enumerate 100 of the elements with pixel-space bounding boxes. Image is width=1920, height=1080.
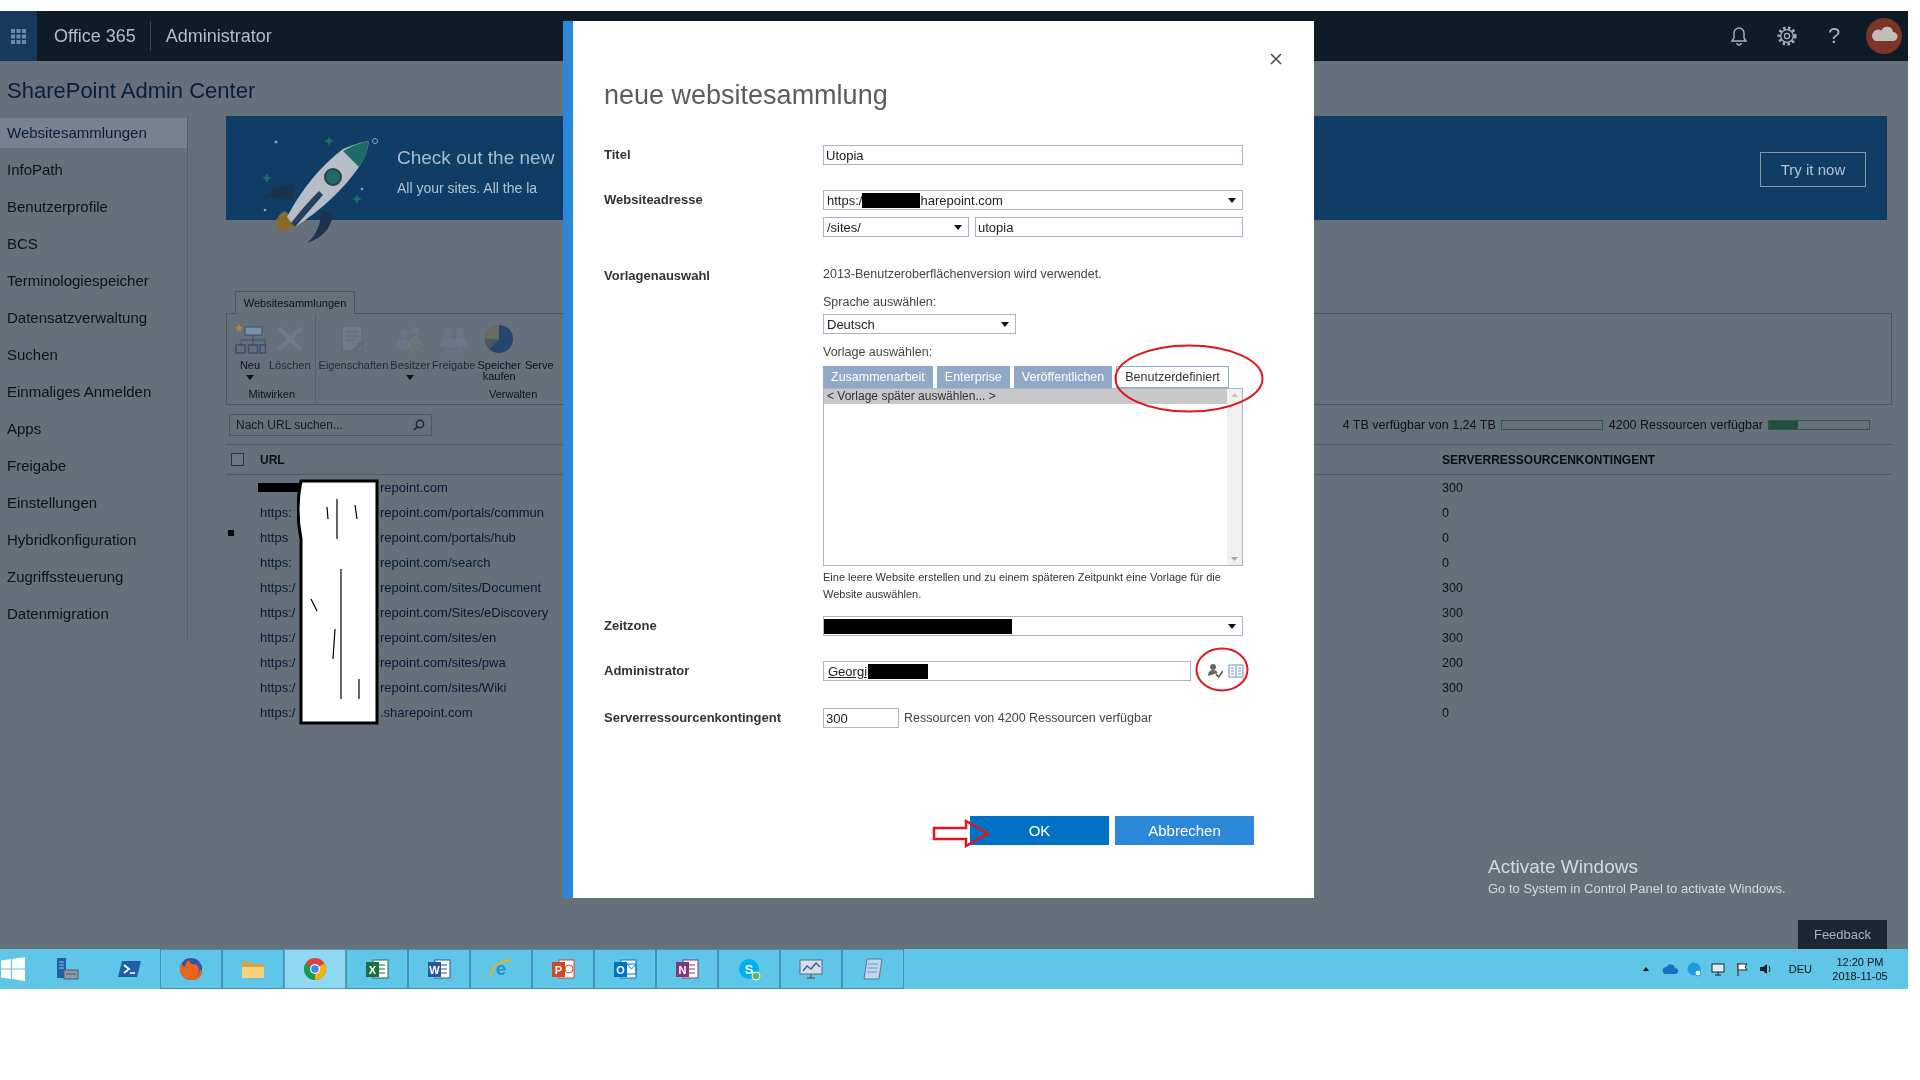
taskbar-app-button[interactable]: O — [594, 949, 656, 989]
search-icon[interactable] — [413, 419, 425, 431]
template-tab[interactable]: Enterprise — [936, 366, 1010, 388]
help-button[interactable]: ? — [1826, 23, 1842, 49]
ribbon-command[interactable]: Neu — [232, 323, 268, 380]
people-picker-field[interactable]: Georgi — [823, 661, 1191, 681]
site-url-link[interactable]: repoint.com/portals/hub — [380, 530, 516, 545]
sidebar-item[interactable]: Einmaliges Anmelden — [0, 377, 187, 407]
sidebar-item[interactable]: Hybridkonfiguration — [0, 525, 187, 555]
cloud-icon[interactable] — [1661, 961, 1678, 977]
sidebar-item[interactable]: InfoPath — [0, 155, 187, 185]
taskbar-app-button[interactable]: S — [718, 949, 780, 989]
sidebar-item[interactable]: Freigabe — [0, 451, 187, 481]
site-url-link[interactable]: https:/ — [260, 580, 296, 595]
sidebar-item[interactable]: Datenmigration — [0, 599, 187, 629]
try-it-now-button[interactable]: Try it now — [1760, 152, 1866, 187]
taskbar-app-button[interactable] — [284, 949, 346, 989]
network-icon[interactable] — [1709, 961, 1726, 977]
field-caption: Sprache auswählen: — [823, 294, 937, 310]
person-check-icon[interactable] — [1207, 663, 1223, 679]
sidebar-item[interactable]: Websitesammlungen — [0, 118, 187, 148]
template-tab[interactable]: Benutzerdefiniert — [1116, 366, 1229, 388]
site-url-link[interactable]: https:/ — [260, 605, 296, 620]
ribbon-command[interactable]: Speicher kaufen — [476, 323, 522, 382]
site-url-link[interactable]: repoint.com — [380, 480, 448, 495]
banner-text: All your sites. All the la — [397, 179, 538, 197]
site-url-link[interactable]: https:/ — [260, 655, 296, 670]
quota-cell: 0 — [1442, 530, 1449, 545]
address-book-icon[interactable] — [1228, 663, 1244, 679]
pie-chart-icon — [483, 323, 516, 355]
ok-button[interactable]: OK — [970, 816, 1109, 845]
taskbar-time[interactable]: 12:20 PM — [1836, 955, 1884, 969]
notepad-icon — [860, 956, 886, 982]
template-tab[interactable]: Zusammenarbeit — [823, 366, 933, 388]
site-url-link[interactable]: repoint.com/portals/commun — [380, 505, 544, 520]
cancel-button[interactable]: Abbrechen — [1115, 816, 1254, 845]
sidebar-item[interactable]: Einstellungen — [0, 488, 187, 518]
template-tab[interactable]: Veröffentlichen — [1013, 366, 1113, 388]
taskbar-app-button[interactable]: P — [532, 949, 594, 989]
field-label: Serverressourcenkontingent — [604, 710, 781, 726]
site-url-link[interactable]: repoint.com/sites/pwa — [380, 655, 506, 670]
circle-icon[interactable] — [1685, 961, 1702, 977]
site-url-link[interactable]: https — [260, 530, 289, 545]
site-url-link[interactable]: https:/ — [260, 630, 296, 645]
dropdown-caret-icon — [406, 375, 415, 380]
site-url-link[interactable]: repoint.com/Sites/eDiscovery — [380, 605, 549, 620]
ribbon-command[interactable]: Serve — [521, 323, 555, 371]
taskbar-app-button[interactable]: W — [408, 949, 470, 989]
select-all-checkbox[interactable] — [231, 453, 244, 466]
taskbar-date[interactable]: 2018-11-05 — [1832, 969, 1888, 983]
settings-icon[interactable] — [1777, 26, 1797, 46]
app-launcher-button[interactable] — [0, 11, 37, 61]
language-dropdown[interactable]: Deutsch — [823, 314, 1016, 334]
search-field[interactable]: Nach URL suchen... — [229, 414, 432, 436]
domain-dropdown[interactable]: https:/ harepoint.com — [823, 190, 1243, 210]
path-dropdown[interactable]: /sites/ — [823, 217, 969, 237]
dropdown-caret-icon — [954, 224, 962, 230]
site-url-link[interactable]: https:/ — [260, 680, 296, 695]
taskbar-app-button[interactable]: X — [346, 949, 408, 989]
site-url-link[interactable]: https:/ — [260, 705, 296, 720]
site-url-link[interactable]: repoint.com/sites/Wiki — [380, 680, 507, 695]
site-url-link[interactable]: https: — [260, 505, 292, 520]
scrollbar[interactable] — [1227, 389, 1242, 565]
site-url-link[interactable]: https: — [260, 555, 292, 570]
quota-cell: 0 — [1442, 705, 1449, 720]
timezone-dropdown[interactable] — [823, 616, 1243, 636]
template-description: Eine leere Website erstellen und zu einem späteren Zeitpunkt eine Vorlage für die Website auswählen. — [823, 570, 1222, 602]
site-name-input[interactable]: utopia — [975, 217, 1243, 237]
template-list[interactable]: < Vorlage später auswählen... > — [823, 388, 1243, 566]
quota-note: Ressourcen von 4200 Ressourcen verfügbar — [904, 710, 1153, 726]
sidebar-item[interactable]: Benutzerprofile — [0, 192, 187, 222]
bell-icon[interactable] — [1730, 26, 1748, 46]
dropdown-caret-icon — [1228, 197, 1236, 203]
feedback-button[interactable]: Feedback — [1798, 920, 1887, 949]
activation-title: Activate Windows — [1488, 856, 1638, 878]
cloud-avatar-icon[interactable] — [1866, 18, 1902, 54]
site-url-link[interactable]: repoint.com/sites/Document — [380, 580, 542, 595]
site-url-link[interactable]: .sharepoint.com — [380, 705, 473, 720]
monitor-icon — [798, 956, 824, 982]
sidebar-item[interactable]: Terminologiespeicher — [0, 266, 187, 296]
scroll-down-icon[interactable] — [1231, 557, 1238, 561]
sidebar-item[interactable]: Datensatzverwaltung — [0, 303, 187, 333]
quota-input[interactable]: 300 — [823, 708, 899, 728]
sidebar-item[interactable]: Suchen — [0, 340, 187, 370]
sidebar-item[interactable]: BCS — [0, 229, 187, 259]
template-option[interactable]: < Vorlage später auswählen... > — [824, 389, 1227, 404]
site-url-link[interactable]: repoint.com/search — [380, 555, 491, 570]
sidebar-item[interactable]: Apps — [0, 414, 187, 444]
ribbon-group-label: Mitwirken — [248, 388, 295, 400]
title-input[interactable]: Utopia — [823, 145, 1243, 165]
close-icon[interactable] — [1270, 53, 1282, 65]
speaker-icon[interactable] — [1757, 961, 1774, 977]
taskbar-app-button[interactable]: N — [656, 949, 718, 989]
field-label: Titel — [604, 147, 631, 163]
ribbon-tab[interactable]: Websitesammlungen — [235, 291, 355, 314]
site-url-link[interactable]: repoint.com/sites/en — [380, 630, 497, 645]
sidebar-item[interactable]: Zugriffssteuerung — [0, 562, 187, 592]
field-label: Administrator — [604, 663, 690, 679]
usage-text: 4 TB verfügbar von 1,24 TB — [1342, 418, 1496, 432]
input-language[interactable]: DEU — [1788, 963, 1812, 975]
